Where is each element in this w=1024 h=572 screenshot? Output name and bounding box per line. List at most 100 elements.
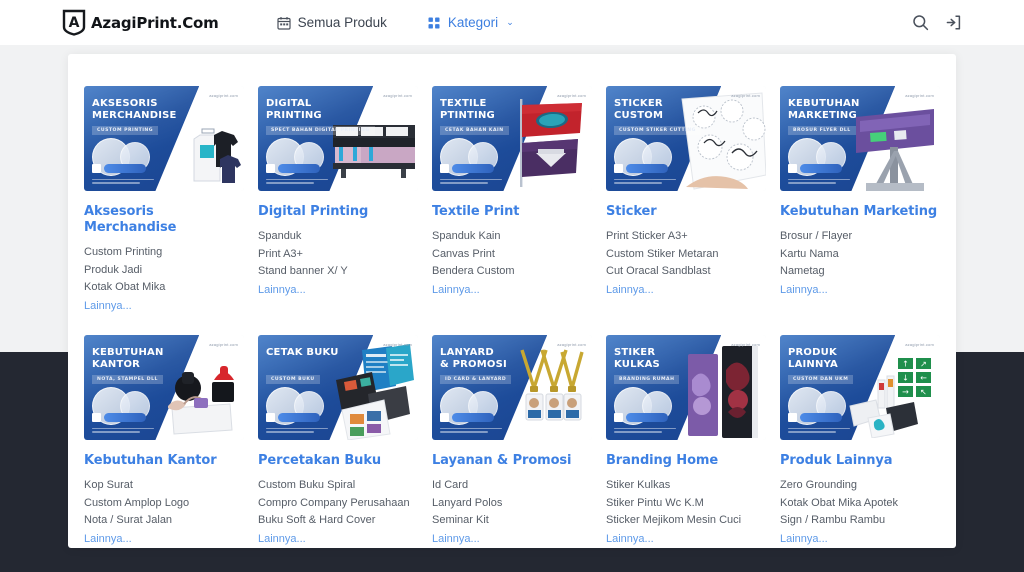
category-item[interactable]: Stiker Pintu Wc K.M [606,495,766,513]
category-item[interactable]: Kotak Obat Mika [84,279,244,297]
category-title-link[interactable]: Produk Lainnya [780,453,940,469]
banner-fineprint [788,428,850,435]
category-item-list: Spanduk KainCanvas PrintBendera Custom [432,228,592,281]
category-item[interactable]: Bendera Custom [432,263,592,281]
category-card: KEBUTUHAN KANTOR NOTA, STAMPEL DLL azagi… [84,335,244,548]
banner-title: LANYARD & PROMOSI [440,347,507,370]
banner-shop-now-button[interactable] [788,164,842,173]
search-icon[interactable] [912,14,929,31]
header-actions [912,14,962,31]
category-more-link[interactable]: Lainnya... [258,282,418,300]
category-more-link[interactable]: Lainnya... [432,531,592,549]
category-banner-image[interactable]: KEBUTUHAN KANTOR NOTA, STAMPEL DLL azagi… [84,335,244,440]
banner-shop-now-button[interactable] [266,413,320,422]
category-item[interactable]: Stand banner X/ Y [258,263,418,281]
category-item[interactable]: Kartu Nama [780,246,940,264]
category-banner-image[interactable]: LANYARD & PROMOSI ID CARD & LANYARD azag… [432,335,592,440]
category-item[interactable]: Lanyard Polos [432,495,592,513]
category-more-link[interactable]: Lainnya... [780,282,940,300]
category-item[interactable]: Stiker Kulkas [606,477,766,495]
cart-icon [614,413,623,422]
category-item[interactable]: Cut Oracal Sandblast [606,263,766,281]
banner-shop-now-button[interactable] [440,413,494,422]
banner-subtitle: BROSUR FLYER DLL [788,126,856,135]
banner-shop-now-button[interactable] [92,164,146,173]
banner-shop-now-button[interactable] [614,413,668,422]
category-item[interactable]: Spanduk Kain [432,228,592,246]
banner-title: AKSESORIS MERCHANDISE [92,98,177,121]
category-title-link[interactable]: Aksesoris Merchandise [84,204,244,236]
category-banner-image[interactable]: AKSESORIS MERCHANDISE CUSTOM PRINTING az… [84,86,244,191]
login-icon[interactable] [945,14,962,31]
banner-shop-now-button[interactable] [788,413,842,422]
nav-label-kategori: Kategori [448,15,498,30]
category-title-link[interactable]: Sticker [606,204,766,220]
category-item[interactable]: Custom Amplop Logo [84,495,244,513]
main-nav: Semua Produk Kategori ⌄ [277,15,514,30]
category-item[interactable]: Compro Company Perusahaan [258,495,418,513]
category-item[interactable]: Produk Jadi [84,262,244,280]
category-title-link[interactable]: Kebutuhan Marketing [780,204,940,220]
svg-text:↑: ↑ [902,360,909,369]
category-item[interactable]: Custom Buku Spiral [258,477,418,495]
category-item-list: Kop SuratCustom Amplop LogoNota / Surat … [84,477,244,530]
category-item[interactable]: Brosur / Flayer [780,228,940,246]
category-item[interactable]: Sticker Mejikom Mesin Cuci [606,512,766,530]
category-item[interactable]: Spanduk [258,228,418,246]
category-banner-image[interactable]: DIGITAL PRINTING SPECT BAHAN DIGITAL PRI… [258,86,418,191]
banner-shop-now-button[interactable] [92,413,146,422]
category-banner-image[interactable]: STICKER CUSTOM CUSTOM STIKER CUTTING aza… [606,86,766,191]
category-title-link[interactable]: Branding Home [606,453,766,469]
category-banner-image[interactable]: TEXTILE PTINTING CETAK BAHAN KAIN azagip… [432,86,592,191]
category-more-link[interactable]: Lainnya... [84,531,244,549]
brand-logo[interactable]: A AzagiPrint.Com [62,9,219,36]
category-item[interactable]: Nametag [780,263,940,281]
category-item[interactable]: Kop Surat [84,477,244,495]
banner-shop-now-button[interactable] [266,164,320,173]
banner-watermark: azagiprint.com [383,93,412,98]
nav-item-semua-produk[interactable]: Semua Produk [277,15,387,30]
category-title-link[interactable]: Layanan & Promosi [432,453,592,469]
category-item[interactable]: Print A3+ [258,246,418,264]
banner-watermark: azagiprint.com [557,93,586,98]
category-item[interactable]: Custom Stiker Metaran [606,246,766,264]
nav-item-kategori[interactable]: Kategori ⌄ [427,15,514,30]
category-banner-image[interactable]: CETAK BUKU CUSTOM BUKU azagiprint.com [258,335,418,440]
category-title-link[interactable]: Digital Printing [258,204,418,220]
category-banner-image[interactable]: ↑ ↗ ↓ ← → ↖ PRODUK LAINNYA CUSTOM DAN UK… [780,335,940,440]
cart-icon [614,164,623,173]
category-item-list: SpandukPrint A3+Stand banner X/ Y [258,228,418,281]
banner-shop-now-button[interactable] [440,164,494,173]
calendar-grid-icon [277,16,291,30]
category-card: STICKER CUSTOM CUSTOM STIKER CUTTING aza… [606,86,766,315]
banner-subtitle: CETAK BAHAN KAIN [440,126,509,135]
category-item[interactable]: Buku Soft & Hard Cover [258,512,418,530]
category-item[interactable]: Id Card [432,477,592,495]
category-item-list: Id CardLanyard PolosSeminar Kit [432,477,592,530]
shop-now-pill [800,164,842,173]
banner-subtitle: SPECT BAHAN DIGITAL PRINTING [266,126,375,135]
category-item[interactable]: Nota / Surat Jalan [84,512,244,530]
category-more-link[interactable]: Lainnya... [606,531,766,549]
category-title-link[interactable]: Percetakan Buku [258,453,418,469]
banner-shop-now-button[interactable] [614,164,668,173]
category-more-link[interactable]: Lainnya... [432,282,592,300]
category-item[interactable]: Custom Printing [84,244,244,262]
svg-text:→: → [902,388,909,397]
svg-text:←: ← [920,374,927,383]
category-banner-image[interactable]: KEBUTUHAN MARKETING BROSUR FLYER DLL aza… [780,86,940,191]
category-title-link[interactable]: Kebutuhan Kantor [84,453,244,469]
category-more-link[interactable]: Lainnya... [258,531,418,549]
category-item[interactable]: Canvas Print [432,246,592,264]
category-item[interactable]: Print Sticker A3+ [606,228,766,246]
category-banner-image[interactable]: STIKER KULKAS BRANDING RUMAH azagiprint.… [606,335,766,440]
category-item[interactable]: Seminar Kit [432,512,592,530]
category-more-link[interactable]: Lainnya... [606,282,766,300]
banner-watermark: azagiprint.com [905,342,934,347]
category-title-link[interactable]: Textile Print [432,204,592,220]
category-item[interactable]: Kotak Obat Mika Apotek [780,495,940,513]
category-more-link[interactable]: Lainnya... [84,298,244,316]
category-more-link[interactable]: Lainnya... [780,531,940,549]
category-item[interactable]: Sign / Rambu Rambu [780,512,940,530]
category-item[interactable]: Zero Grounding [780,477,940,495]
